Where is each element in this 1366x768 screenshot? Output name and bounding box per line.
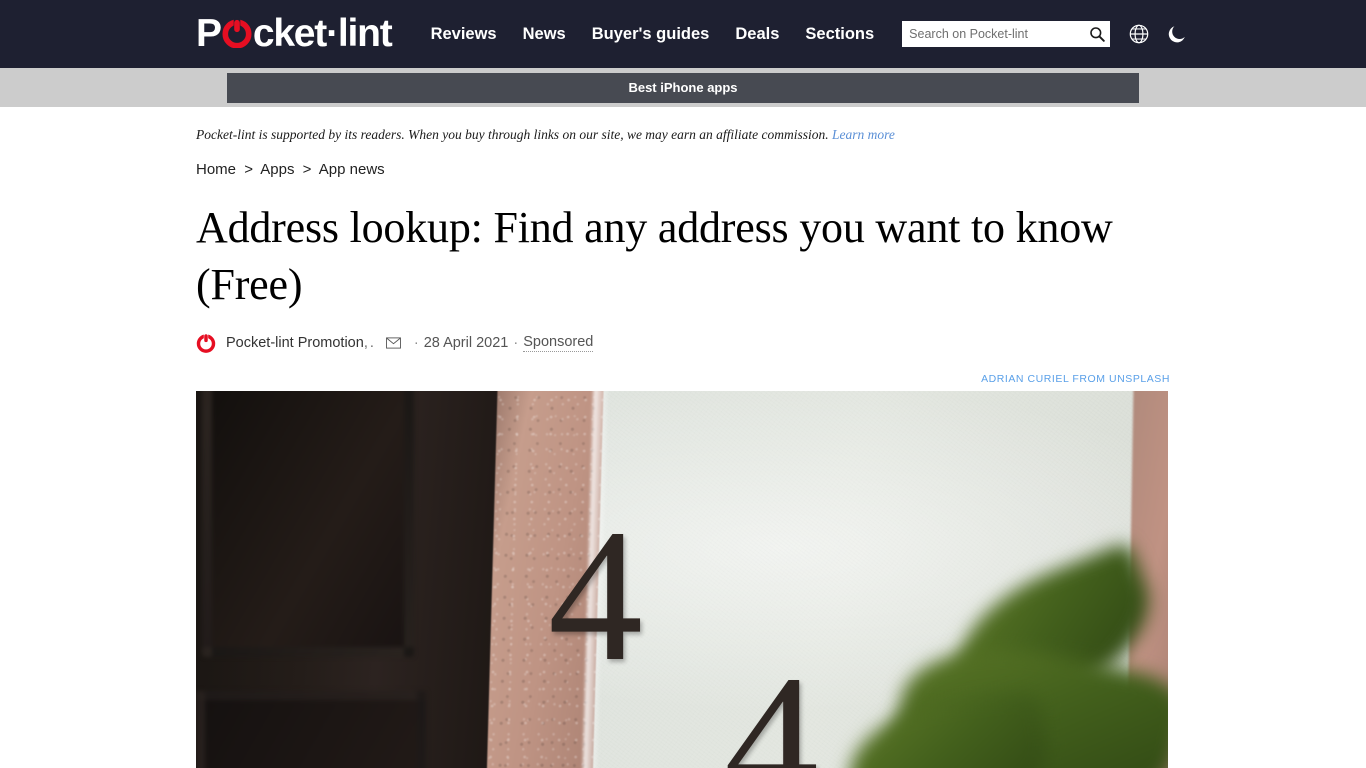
byline-separator: · — [513, 334, 519, 351]
nav-item-buyers-guides[interactable]: Buyer's guides — [579, 19, 723, 50]
best-iphone-apps-banner[interactable]: Best iPhone apps — [227, 72, 1139, 103]
sponsored-badge[interactable]: Sponsored — [523, 334, 594, 352]
nav-item-sections[interactable]: Sections — [792, 19, 887, 50]
byline-period: . — [369, 334, 374, 351]
publish-date: 28 April 2021 — [423, 334, 509, 351]
breadcrumb-separator: > — [302, 161, 312, 179]
hero-door-panel-upper — [202, 390, 414, 657]
house-number-digit-2: 4 — [724, 636, 819, 768]
power-icon — [222, 18, 252, 48]
breadcrumb: Home > Apps > App news — [196, 161, 1170, 179]
hero-door-panel-lower — [196, 690, 426, 768]
site-logo[interactable]: P cket·lint — [196, 11, 393, 55]
hero-image: 4 4 — [196, 390, 1168, 768]
search-input[interactable] — [902, 22, 1085, 46]
learn-more-link[interactable]: Learn more — [832, 127, 895, 142]
page-title: Address lookup: Find any address you wan… — [196, 203, 1113, 309]
logo-text-before: P — [196, 11, 222, 55]
search-icon[interactable] — [1084, 21, 1110, 47]
breadcrumb-separator: > — [244, 161, 253, 179]
nav-item-news[interactable]: News — [510, 19, 579, 50]
byline-author[interactable]: Pocket-lint Promotion — [226, 335, 364, 351]
moon-icon[interactable] — [1162, 19, 1192, 49]
envelope-icon[interactable] — [385, 337, 401, 349]
disclaimer-text: Pocket-lint is supported by its readers.… — [196, 127, 829, 142]
article-content: Pocket-lint is supported by its readers.… — [0, 107, 1366, 768]
logo-text-after: cket·lint — [252, 11, 393, 55]
search-box — [902, 21, 1111, 47]
globe-icon[interactable] — [1124, 19, 1154, 49]
nav-item-deals[interactable]: Deals — [722, 19, 792, 50]
site-header: P cket·lint Reviews News Buyer's guides … — [0, 0, 1366, 68]
byline-separator: · — [413, 334, 419, 351]
byline-comma: , — [363, 334, 368, 351]
nav-item-reviews[interactable]: Reviews — [418, 19, 510, 50]
breadcrumb-item-app-news[interactable]: App news — [319, 161, 385, 178]
main-nav: Reviews News Buyer's guides Deals Sectio… — [418, 19, 888, 50]
hero-door — [196, 390, 502, 768]
house-number-digit-1: 4 — [548, 490, 643, 701]
affiliate-disclaimer: Pocket-lint is supported by its readers.… — [196, 107, 1170, 143]
sub-banner-strip: Best iPhone apps — [0, 68, 1366, 107]
breadcrumb-item-apps[interactable]: Apps — [260, 161, 294, 178]
power-icon — [196, 333, 216, 353]
header-inner: P cket·lint Reviews News Buyer's guides … — [196, 0, 1366, 68]
image-credit[interactable]: ADRIAN CURIEL FROM UNSPLASH — [196, 373, 1170, 385]
breadcrumb-item-home[interactable]: Home — [196, 161, 236, 178]
byline: Pocket-lint Promotion , . · 28 April 202… — [196, 333, 1170, 353]
